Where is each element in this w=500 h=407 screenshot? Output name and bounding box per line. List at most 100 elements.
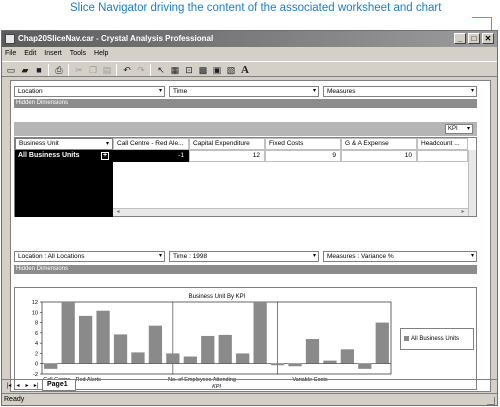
undo-icon[interactable]: ↶ bbox=[121, 64, 133, 76]
toolbar-separator bbox=[48, 64, 49, 76]
bar bbox=[270, 363, 285, 366]
dimension-label: Measures : Variance % bbox=[327, 253, 394, 260]
window-title: Chap20SliceNav.car - Crystal Analysis Pr… bbox=[18, 34, 214, 43]
status-text: Ready bbox=[4, 396, 25, 403]
bar bbox=[113, 334, 128, 364]
row-dimension-dropdown[interactable]: Business Unit ▾ bbox=[15, 138, 113, 150]
vertical-scrollbar[interactable] bbox=[468, 150, 476, 216]
chart-measures-dropdown[interactable]: Measures : Variance % ▾ bbox=[323, 251, 477, 262]
scroll-left-icon[interactable]: ◂ bbox=[114, 209, 122, 216]
chevron-down-icon: ▾ bbox=[312, 253, 316, 259]
menu-bar: File Edit Insert Tools Help bbox=[2, 48, 497, 60]
bar bbox=[323, 360, 337, 364]
expand-icon[interactable]: + bbox=[101, 152, 109, 160]
callout-text: Slice Navigator driving the content of t… bbox=[70, 2, 442, 14]
bar bbox=[358, 363, 372, 369]
bar bbox=[288, 363, 302, 367]
bar bbox=[131, 352, 145, 364]
column-header[interactable]: G & A Expense bbox=[341, 138, 417, 150]
slice-icon[interactable]: ▩ bbox=[197, 64, 209, 76]
grid-icon[interactable]: ▦ bbox=[169, 64, 181, 76]
hidden-dimensions-bar[interactable]: Hidden Dimensions bbox=[14, 99, 477, 108]
bar bbox=[375, 322, 389, 364]
next-sheet-icon[interactable]: ▸ bbox=[23, 382, 31, 390]
grid-cell[interactable]: 9 bbox=[265, 150, 341, 162]
page-icon[interactable]: ▣ bbox=[211, 64, 223, 76]
y-tick-label: 8 bbox=[35, 321, 38, 327]
paste-icon[interactable]: ▤ bbox=[101, 64, 113, 76]
row-dimension-label: Business Unit bbox=[19, 140, 59, 147]
horizontal-scrollbar[interactable]: ◂ ▸ bbox=[113, 208, 468, 216]
legend-label: All Business Units bbox=[411, 336, 460, 342]
chart-panel[interactable]: Business Unit By KPI 121086420-2Call Cen… bbox=[14, 287, 477, 390]
dimension-location-dropdown[interactable]: Location ▾ bbox=[14, 86, 165, 97]
text-icon[interactable]: A bbox=[239, 64, 251, 76]
chart-location-dropdown[interactable]: Location : All Locations ▾ bbox=[14, 251, 165, 262]
bar bbox=[236, 353, 250, 364]
row-header-all-business-units[interactable]: All Business Units + bbox=[15, 150, 113, 162]
toolbar: ▭ ▰ ■ ⎙ ✂ ❐ ▤ ↶ ↷ ↖ ▦ ⊡ ▩ ▣ ▧ A bbox=[2, 61, 497, 77]
kpi-label: KPI bbox=[448, 126, 458, 132]
dimension-label: Location : All Locations bbox=[18, 253, 85, 260]
bar bbox=[61, 302, 75, 364]
chart-time-dropdown[interactable]: Time : 1998 ▾ bbox=[169, 251, 319, 262]
grid-cell[interactable]: 10 bbox=[341, 150, 417, 162]
first-sheet-icon[interactable]: |◂ bbox=[5, 382, 13, 390]
dimension-label: Time bbox=[173, 88, 188, 95]
bar bbox=[166, 353, 180, 364]
status-bar: Ready bbox=[2, 393, 497, 405]
prev-sheet-icon[interactable]: ◂ bbox=[14, 382, 22, 390]
redo-icon[interactable]: ↷ bbox=[135, 64, 147, 76]
sheet-tab-bar: |◂ ◂ ▸ ▸| Page1 bbox=[2, 379, 497, 391]
grid-cell[interactable]: 12 bbox=[189, 150, 265, 162]
grid-cell-selected[interactable]: -1 bbox=[113, 150, 189, 162]
title-bar: Chap20SliceNav.car - Crystal Analysis Pr… bbox=[2, 31, 497, 47]
chevron-down-icon: ▾ bbox=[312, 88, 316, 94]
chart-title: Business Unit By KPI bbox=[189, 294, 246, 300]
restore-button[interactable]: □ bbox=[468, 33, 480, 44]
worksheet-grid: Business Unit ▾ Call Centre - Red Ale...… bbox=[14, 137, 477, 217]
pointer-icon[interactable]: ↖ bbox=[155, 64, 167, 76]
grid-cell[interactable] bbox=[417, 150, 468, 162]
dimension-label: Location bbox=[18, 88, 43, 95]
save-icon[interactable]: ■ bbox=[33, 64, 45, 76]
bar bbox=[340, 349, 355, 364]
dimension-label: Time : 1998 bbox=[173, 253, 208, 260]
open-icon[interactable]: ▰ bbox=[19, 64, 31, 76]
bar bbox=[44, 363, 58, 369]
bar bbox=[218, 334, 232, 364]
report-icon[interactable]: ▧ bbox=[225, 64, 237, 76]
cut-icon[interactable]: ✂ bbox=[73, 64, 85, 76]
sheet-tab-page1[interactable]: Page1 bbox=[42, 380, 76, 391]
column-header[interactable]: Headcount ... bbox=[417, 138, 468, 150]
last-sheet-icon[interactable]: ▸| bbox=[32, 382, 40, 390]
menu-tools[interactable]: Tools bbox=[67, 48, 89, 60]
print-icon[interactable]: ⎙ bbox=[53, 64, 65, 76]
chevron-down-icon: ▾ bbox=[466, 126, 470, 132]
menu-insert[interactable]: Insert bbox=[41, 48, 65, 60]
bar bbox=[96, 310, 110, 364]
resize-grip-icon[interactable] bbox=[487, 397, 495, 405]
new-icon[interactable]: ▭ bbox=[5, 64, 17, 76]
menu-edit[interactable]: Edit bbox=[21, 48, 39, 60]
chart-icon[interactable]: ⊡ bbox=[183, 64, 195, 76]
screenshot: Slice Navigator driving the content of t… bbox=[0, 0, 500, 407]
dimension-time-dropdown[interactable]: Time ▾ bbox=[169, 86, 319, 97]
column-header[interactable]: Call Centre - Red Ale... bbox=[113, 138, 189, 150]
toolbar-separator bbox=[150, 64, 151, 76]
kpi-dropdown[interactable]: KPI ▾ bbox=[445, 124, 473, 134]
plot-area: 121086420-2Call Centre - Red AlertsNo. o… bbox=[32, 300, 392, 389]
app-window: Chap20SliceNav.car - Crystal Analysis Pr… bbox=[1, 30, 498, 406]
minimize-button[interactable]: _ bbox=[454, 33, 466, 44]
app-icon bbox=[5, 34, 15, 44]
y-tick-label: 12 bbox=[32, 300, 38, 306]
close-button[interactable]: ✕ bbox=[482, 33, 494, 44]
column-header[interactable]: Capital Expenditure bbox=[189, 138, 265, 150]
chart-hidden-dimensions-bar[interactable]: Hidden Dimensions bbox=[14, 265, 477, 274]
menu-help[interactable]: Help bbox=[91, 48, 111, 60]
scroll-right-icon[interactable]: ▸ bbox=[459, 209, 467, 216]
dimension-measures-dropdown[interactable]: Measures ▾ bbox=[323, 86, 477, 97]
column-header[interactable]: Fixed Costs bbox=[265, 138, 341, 150]
menu-file[interactable]: File bbox=[2, 48, 19, 60]
copy-icon[interactable]: ❐ bbox=[87, 64, 99, 76]
